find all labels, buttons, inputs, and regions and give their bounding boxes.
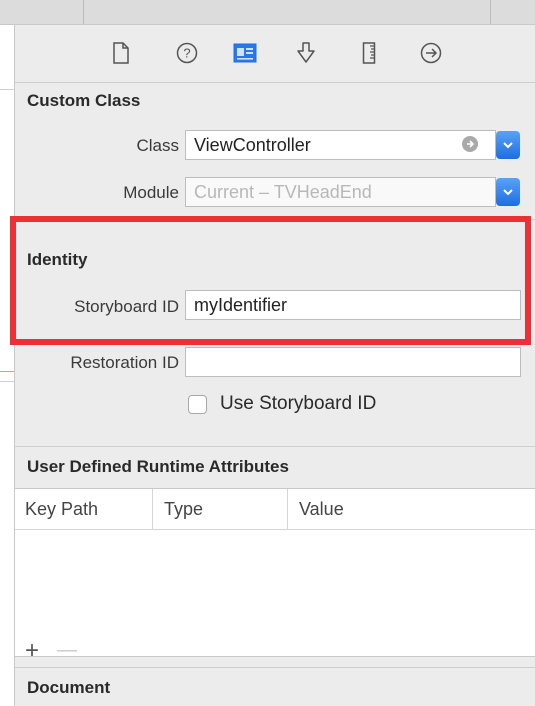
svg-text:?: ?	[183, 46, 190, 61]
runtime-attributes-table[interactable]: Key Path Type Value	[15, 488, 535, 657]
utilities-inspector: ? Custom Class Class ViewController Modu…	[10, 25, 535, 706]
module-field[interactable]: Current – TVHeadEnd	[185, 177, 496, 207]
inspector-tab-bar: ?	[15, 25, 535, 83]
document-header: Document	[27, 678, 111, 697]
identity-inspector-tab[interactable]	[233, 41, 257, 65]
chevron-down-icon	[503, 142, 513, 149]
chevron-down-icon	[503, 189, 513, 196]
connections-icon	[420, 42, 442, 64]
runtime-attributes-header: User Defined Runtime Attributes	[27, 457, 289, 476]
header-divider	[15, 529, 535, 530]
editor-pane-edge	[0, 25, 15, 706]
editor-line	[0, 89, 14, 90]
class-label: Class	[136, 136, 179, 155]
toolbar-divider	[83, 0, 84, 24]
module-dropdown-button[interactable]	[496, 178, 520, 206]
class-dropdown-button[interactable]	[496, 131, 520, 159]
remove-attribute-button[interactable]: —	[57, 640, 77, 660]
module-label: Module	[123, 183, 179, 202]
top-toolbar-strip	[0, 0, 535, 25]
restoration-id-label: Restoration ID	[70, 353, 179, 372]
add-attribute-button[interactable]: +	[25, 639, 39, 663]
file-icon	[113, 42, 129, 64]
quick-help-tab[interactable]: ?	[175, 41, 199, 65]
restoration-id-field[interactable]	[185, 347, 521, 377]
section-divider	[15, 446, 535, 447]
type-column-header[interactable]: Type	[152, 489, 287, 529]
use-storyboard-id-checkbox[interactable]	[188, 395, 207, 414]
section-divider	[15, 667, 535, 668]
help-icon: ?	[176, 42, 198, 64]
connections-inspector-tab[interactable]	[419, 41, 443, 65]
custom-class-header: Custom Class	[27, 91, 141, 110]
attributes-inspector-tab[interactable]	[294, 41, 318, 65]
key-path-column-header[interactable]: Key Path	[15, 489, 152, 529]
value-column-header[interactable]: Value	[287, 489, 535, 529]
use-storyboard-id-label: Use Storyboard ID	[220, 393, 377, 414]
module-placeholder: Current – TVHeadEnd	[194, 182, 372, 202]
go-to-class-icon[interactable]	[462, 136, 478, 152]
size-icon	[362, 42, 376, 64]
identity-icon	[233, 43, 257, 63]
toolbar-divider	[490, 0, 491, 24]
class-value: ViewController	[194, 135, 311, 155]
attributes-icon	[297, 42, 315, 63]
editor-line	[0, 371, 14, 372]
highlight-annotation-box	[10, 216, 531, 345]
editor-line	[0, 381, 14, 382]
file-inspector-tab[interactable]	[109, 41, 133, 65]
size-inspector-tab[interactable]	[357, 41, 381, 65]
class-field[interactable]: ViewController	[185, 130, 496, 160]
